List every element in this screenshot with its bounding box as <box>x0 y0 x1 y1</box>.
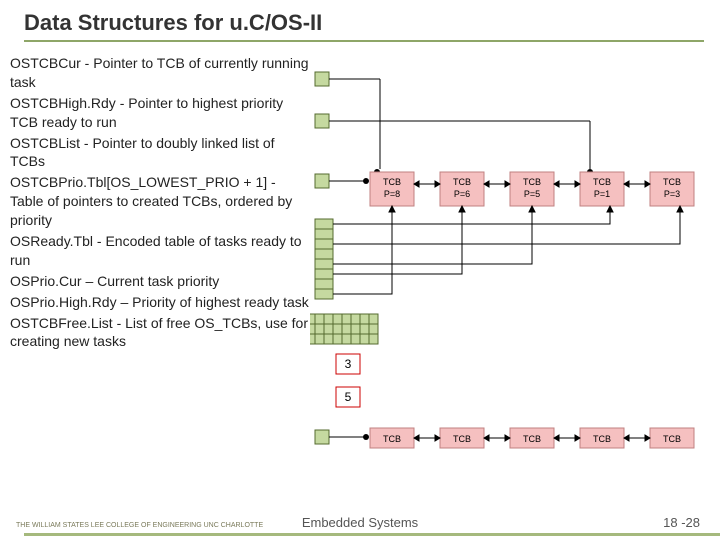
footer-bar <box>24 533 720 536</box>
slide-title: Data Structures for u.C/OS-II <box>0 0 720 40</box>
desc: – Priority of highest ready task <box>117 294 309 310</box>
term: OSReady.Tbl <box>10 233 93 249</box>
term: OSTCBHigh.Rdy <box>10 95 116 111</box>
title-underline <box>24 40 704 42</box>
term: OSTCBPrio.Tbl[OS_LOWEST_PRIO + 1] <box>10 174 267 190</box>
ready-table <box>310 314 378 344</box>
tcb-label: TCB <box>663 434 681 444</box>
tcb-label: TCB <box>593 177 611 187</box>
diagram-area: TCB P=8 TCB P=6 TCB P=5 TCB P=1 TCB P=3 <box>310 54 710 479</box>
term: OSPrio.High.Rdy <box>10 294 117 310</box>
tcb-prio: P=5 <box>524 189 540 199</box>
desc: – Current task priority <box>82 273 220 289</box>
tcb-label: TCB <box>453 434 471 444</box>
term: OSPrio.Cur <box>10 273 82 289</box>
tcb-label: TCB <box>383 434 401 444</box>
tcb-prio: P=8 <box>384 189 400 199</box>
tcb-label: TCB <box>383 177 401 187</box>
term: OSTCBList <box>10 135 80 151</box>
tcb-prio: P=3 <box>664 189 680 199</box>
tcb-prio: P=6 <box>454 189 470 199</box>
prio-arrows <box>333 206 683 294</box>
term: OSTCBFree.List <box>10 315 113 331</box>
ptr-box-highrdy <box>315 114 329 128</box>
priocur-value: 3 <box>345 357 352 371</box>
tcb-row-1: TCB P=8 TCB P=6 TCB P=5 TCB P=1 TCB P=3 <box>370 172 694 206</box>
footer-center: Embedded Systems <box>0 515 720 530</box>
diagram-svg: TCB P=8 TCB P=6 TCB P=5 TCB P=1 TCB P=3 <box>310 54 710 474</box>
prio-table <box>315 219 333 299</box>
tcb-label: TCB <box>663 177 681 187</box>
ptr-box-list <box>315 174 329 188</box>
ptr-box-freelist <box>315 430 329 444</box>
term: OSTCBCur <box>10 55 81 71</box>
page-number: 18 -28 <box>663 515 700 530</box>
priohigh-value: 5 <box>345 390 352 404</box>
ptr-box-cur <box>315 72 329 86</box>
tcb-label: TCB <box>593 434 611 444</box>
definitions-list: OSTCBCur - Pointer to TCB of currently r… <box>10 54 310 479</box>
tcb-label: TCB <box>523 177 541 187</box>
tcb-label: TCB <box>523 434 541 444</box>
tcb-label: TCB <box>453 177 471 187</box>
tcb-prio: P=1 <box>594 189 610 199</box>
